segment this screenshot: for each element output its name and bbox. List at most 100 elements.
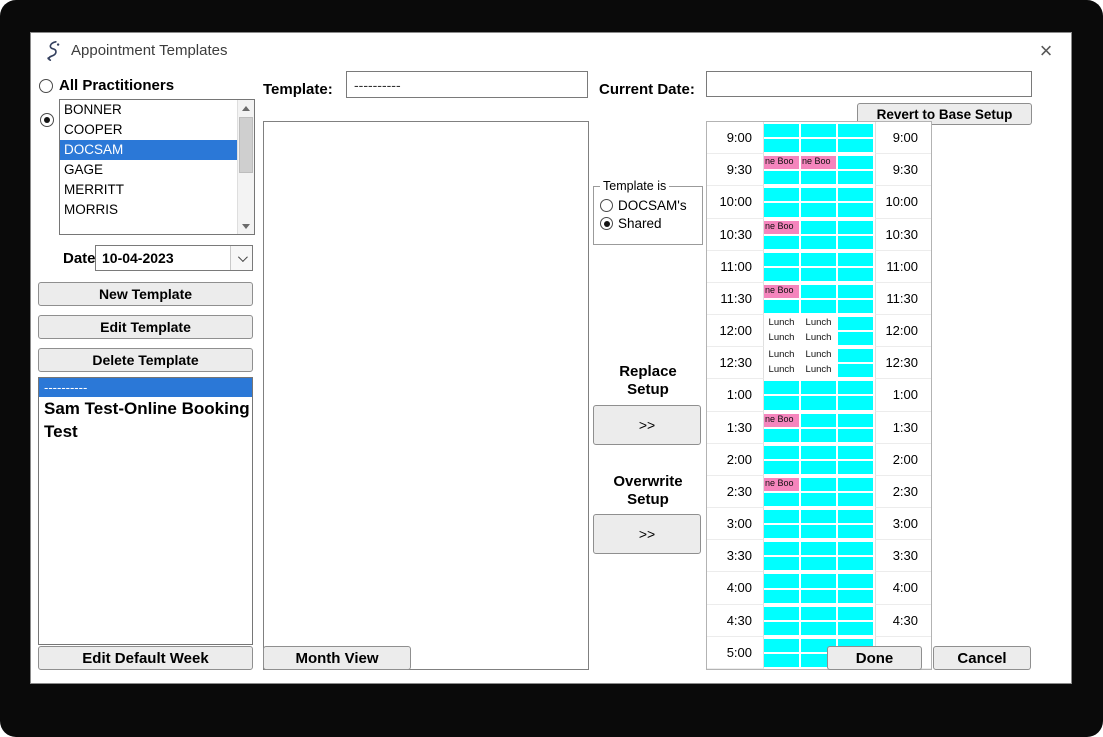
schedule-slot-open[interactable] [838, 299, 873, 314]
schedule-slot-open[interactable] [801, 139, 836, 153]
practitioner-item[interactable]: BONNER [60, 100, 238, 120]
schedule-slot-booking[interactable]: ne Boo [764, 220, 799, 234]
schedule-slot-open[interactable] [838, 460, 873, 474]
schedule-slot-open[interactable] [801, 413, 836, 427]
month-view-button[interactable]: Month View [263, 646, 411, 670]
close-button[interactable]: × [1033, 38, 1059, 64]
schedule-slot-open[interactable] [838, 413, 873, 427]
schedule-slot-open[interactable] [838, 349, 873, 363]
practitioner-item[interactable]: COOPER [60, 120, 238, 140]
schedule-slot-open[interactable] [764, 557, 799, 571]
schedule-slot-lunch[interactable]: Lunch [764, 317, 799, 331]
schedule-slot-open[interactable] [764, 252, 799, 266]
schedule-slot-open[interactable] [764, 492, 799, 507]
replace-setup-button[interactable]: >> [593, 405, 701, 445]
practitioner-item[interactable]: MORRIS [60, 200, 238, 220]
schedule-slot-open[interactable] [838, 477, 873, 491]
schedule-slot-open[interactable] [801, 525, 836, 539]
schedule-slot-open[interactable] [764, 445, 799, 459]
schedule-slot-open[interactable] [801, 381, 836, 395]
schedule-slot-open[interactable] [838, 171, 873, 185]
overwrite-setup-button[interactable]: >> [593, 514, 701, 554]
schedule-slot-open[interactable] [801, 235, 836, 249]
schedule-slot-lunch[interactable]: Lunch [764, 332, 799, 346]
schedule-slot-open[interactable] [838, 252, 873, 266]
schedule-slot-open[interactable] [801, 445, 836, 459]
schedule-slot-open[interactable] [801, 477, 836, 491]
schedule-slot-open[interactable] [764, 235, 799, 249]
scrollbar-thumb[interactable] [239, 117, 253, 173]
schedule-slot-open[interactable] [801, 284, 836, 298]
schedule-slot-open[interactable] [764, 299, 799, 314]
schedule-slot-open[interactable] [838, 220, 873, 234]
schedule-slot-booking[interactable]: ne Boo [764, 156, 799, 170]
schedule-slot-lunch[interactable]: Lunch [801, 332, 836, 346]
schedule-slot-open[interactable] [801, 460, 836, 474]
schedule-slot-open[interactable] [764, 396, 799, 410]
schedule-slot-open[interactable] [801, 124, 836, 138]
new-template-button[interactable]: New Template [38, 282, 253, 306]
schedule-slot-open[interactable] [838, 510, 873, 524]
practitioner-item[interactable]: MERRITT [60, 180, 238, 200]
schedule-slot-open[interactable] [801, 396, 836, 410]
schedule-slot-lunch[interactable]: Lunch [801, 349, 836, 363]
edit-template-button[interactable]: Edit Template [38, 315, 253, 339]
schedule-slot-open[interactable] [801, 589, 836, 603]
date-combobox[interactable]: 10-04-2023 [95, 245, 253, 271]
schedule-slot-booking[interactable]: ne Boo [764, 284, 799, 298]
schedule-slot-open[interactable] [764, 267, 799, 281]
template-week-panel[interactable] [263, 121, 589, 670]
radio-icon[interactable] [600, 199, 613, 212]
schedule-slot-open[interactable] [801, 492, 836, 507]
template-item[interactable]: Test [39, 420, 252, 443]
template-item[interactable]: ---------- [39, 378, 252, 397]
practitioner-item[interactable]: DOCSAM [60, 140, 238, 160]
delete-template-button[interactable]: Delete Template [38, 348, 253, 372]
schedule-slot-lunch[interactable]: Lunch [764, 364, 799, 378]
schedule-slot-open[interactable] [764, 139, 799, 153]
schedule-slot-open[interactable] [764, 653, 799, 667]
schedule-slot-open[interactable] [801, 267, 836, 281]
schedule-slot-open[interactable] [801, 203, 836, 217]
schedule-slot-open[interactable] [838, 621, 873, 635]
practitioner-listbox[interactable]: BONNER COOPER DOCSAM GAGE MERRITT MORRIS [59, 99, 255, 235]
schedule-slot-open[interactable] [764, 525, 799, 539]
schedule-slot-open[interactable] [838, 156, 873, 170]
selected-practitioner-radio[interactable] [40, 113, 54, 127]
schedule-slot-booking[interactable]: ne Boo [764, 477, 799, 491]
schedule-slot-open[interactable] [764, 589, 799, 603]
schedule-slot-open[interactable] [838, 364, 873, 378]
practitioner-scrollbar[interactable] [237, 100, 254, 234]
schedule-slot-open[interactable] [801, 299, 836, 314]
schedule-slot-open[interactable] [801, 621, 836, 635]
schedule-slot-open[interactable] [838, 317, 873, 331]
schedule-slot-open[interactable] [838, 139, 873, 153]
schedule-slot-open[interactable] [838, 589, 873, 603]
template-is-option[interactable]: Shared [600, 216, 696, 231]
schedule-slot-open[interactable] [801, 171, 836, 185]
schedule-slot-lunch[interactable]: Lunch [764, 349, 799, 363]
all-practitioners-option[interactable]: All Practitioners [39, 77, 174, 94]
radio-icon[interactable] [600, 217, 613, 230]
schedule-slot-open[interactable] [838, 267, 873, 281]
date-dropdown-button[interactable] [230, 246, 252, 270]
schedule-slot-open[interactable] [764, 621, 799, 635]
schedule-slot-open[interactable] [838, 124, 873, 138]
schedule-slot-open[interactable] [764, 542, 799, 556]
schedule-slot-open[interactable] [838, 445, 873, 459]
current-date-input[interactable] [706, 71, 1032, 97]
schedule-slot-open[interactable] [838, 557, 873, 571]
schedule-slot-open[interactable] [764, 124, 799, 138]
schedule-slot-open[interactable] [764, 460, 799, 474]
done-button[interactable]: Done [827, 646, 922, 670]
schedule-slot-open[interactable] [801, 510, 836, 524]
schedule-slot-open[interactable] [764, 510, 799, 524]
schedule-slot-open[interactable] [801, 606, 836, 620]
schedule-slot-open[interactable] [838, 235, 873, 249]
template-item[interactable]: Sam Test-Online Booking [39, 397, 252, 420]
schedule-slot-open[interactable] [801, 252, 836, 266]
schedule-slot-open[interactable] [764, 638, 799, 652]
cancel-button[interactable]: Cancel [933, 646, 1031, 670]
schedule-slot-open[interactable] [838, 381, 873, 395]
schedule-slot-booking[interactable]: ne Boo [764, 413, 799, 427]
